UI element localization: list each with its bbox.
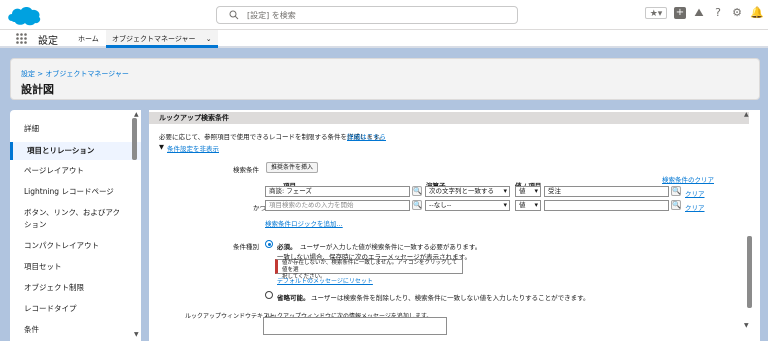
row2-value-type-select[interactable]: 値 [515, 200, 541, 211]
row1-field-lookup-icon[interactable]: 🔍 [412, 186, 422, 196]
main-scrollbar[interactable] [747, 236, 752, 308]
hide-criteria-link[interactable]: 条件設定を非表示 [167, 143, 219, 153]
page-header: 設定 > オブジェクトマネージャー 設計図 [10, 58, 760, 100]
sidebar-item-fields-relationships[interactable]: 項目とリレーション [10, 142, 141, 160]
lookup-window-text-label: ルックアップウィンドウテキスト [185, 313, 275, 320]
learn-more-link[interactable]: 詳細はこちら [347, 131, 386, 141]
sidebar-scroll-down-icon[interactable]: ▼ [134, 331, 139, 338]
optional-option-text: ユーザーは検索条件を削除したり、検索条件に一致しない値を入力したりすることができ… [311, 294, 590, 302]
row2-clear-link[interactable]: クリア [685, 202, 705, 212]
required-option-text: ユーザーが入力した値が検索条件に一致する必要があります。 [300, 243, 482, 251]
sidebar-item-object-limits[interactable]: オブジェクト制限 [10, 282, 141, 294]
row1-value-type-select[interactable]: 値 [515, 186, 541, 197]
global-add-icon[interactable]: + [674, 7, 686, 19]
sidebar-item-buttons-links-actions-cont[interactable]: ション [10, 219, 141, 231]
sidebar-item-field-sets[interactable]: 項目セット [10, 261, 141, 273]
tab-home[interactable]: ホーム [72, 30, 105, 48]
sidebar-item-record-types[interactable]: レコードタイプ [10, 303, 141, 315]
sidebar-item-page-layouts[interactable]: ページレイアウト [10, 165, 141, 177]
row1-value-lookup-icon[interactable]: 🔍 [671, 186, 681, 196]
trailhead-icon[interactable]: ⛰ [693, 7, 705, 19]
tab-object-manager-label: オブジェクトマネージャー [112, 35, 196, 43]
row2-field-input[interactable]: 項目検索のための入力を開始 [265, 200, 410, 211]
lookup-filter-panel: ルックアップ検索条件 必要に応じて、参照項目で使用できるレコードを制限する条件を… [149, 110, 760, 341]
sidebar-item-details[interactable]: 詳細 [10, 123, 141, 135]
notifications-bell-icon[interactable]: 🔔 [750, 7, 764, 19]
sidebar-item-conditions[interactable]: 条件 [10, 324, 141, 336]
required-radio[interactable] [265, 240, 273, 248]
reset-default-message-link[interactable]: デフォルトのメッセージにリセット [277, 276, 373, 285]
sidebar-item-compact-layouts[interactable]: コンパクトレイアウト [10, 240, 141, 252]
clear-filter-criteria-link[interactable]: 検索条件のクリア [662, 174, 714, 184]
sidebar-scroll-up-icon[interactable]: ▲ [134, 111, 139, 118]
row1-value-input[interactable]: 受注 [544, 186, 669, 197]
sidebar-scrollbar[interactable] [132, 118, 137, 160]
row1-operator-select[interactable]: 次の文字列と一致する [425, 186, 510, 197]
main-scroll-up-icon[interactable]: ▲ [744, 111, 749, 118]
search-placeholder: [設定] を検索 [247, 11, 296, 20]
header-utility-icons: ★▾ + ⛰ ? ⚙ 🔔 [645, 7, 764, 19]
row1-field-input[interactable]: 商談: フェーズ [265, 186, 410, 197]
sidebar-item-buttons-links-actions[interactable]: ボタン、リンク、およびアク [10, 207, 141, 219]
optional-option-bold: 省略可能。 [277, 294, 310, 302]
help-icon[interactable]: ? [712, 7, 724, 19]
page-title: 設計図 [21, 83, 54, 96]
row2-operator-select[interactable]: --なし-- [425, 200, 510, 211]
salesforce-cloud-logo[interactable] [6, 4, 42, 27]
row2-field-lookup-icon[interactable]: 🔍 [412, 200, 422, 210]
main-scroll-down-icon[interactable]: ▼ [744, 322, 749, 329]
row2-value-input[interactable] [544, 200, 669, 211]
global-header: [設定] を検索 ★▾ + ⛰ ? ⚙ 🔔 [0, 0, 768, 30]
app-nav-bar: 設定 ホーム オブジェクトマネージャー ⌄ [0, 30, 768, 48]
toggle-criteria-caret-icon[interactable]: ▼ [159, 143, 164, 151]
insert-suggested-criteria-button[interactable]: 推奨条件を挿入 [266, 162, 319, 173]
add-filter-logic-link[interactable]: 検索条件ロジックを追加... [265, 218, 343, 228]
favorites-star-icon[interactable]: ★▾ [645, 7, 667, 19]
setup-gear-icon[interactable]: ⚙ [731, 7, 743, 19]
optional-radio[interactable] [265, 291, 273, 299]
app-name: 設定 [38, 36, 58, 47]
tab-object-manager[interactable]: オブジェクトマネージャー ⌄ [106, 30, 218, 48]
section-title: ルックアップ検索条件 [149, 112, 749, 124]
setup-search-input[interactable]: [設定] を検索 [216, 6, 518, 24]
criteria-label: 検索条件 [233, 166, 259, 174]
filter-type-label: 条件種別 [233, 243, 259, 251]
error-message-input[interactable]: 値が存在しないか、検索条件に一致しません。アイコンをクリックして値を選 択してく… [275, 259, 463, 280]
object-sidebar: 詳細 項目とリレーション ページレイアウト Lightning レコードページ … [10, 110, 141, 341]
sidebar-item-lightning-record-pages[interactable]: Lightning レコードページ [10, 186, 141, 198]
lookup-window-textarea[interactable] [263, 317, 447, 335]
required-option-bold: 必須。 [277, 243, 297, 251]
search-icon [229, 10, 239, 20]
breadcrumb[interactable]: 設定 > オブジェクトマネージャー [21, 69, 129, 79]
error-message-line1: 値が存在しないか、検索条件に一致しません。アイコンをクリックして値を選 [282, 260, 458, 273]
app-launcher-icon[interactable] [16, 33, 27, 44]
row2-value-lookup-icon[interactable]: 🔍 [671, 200, 681, 210]
row1-clear-link[interactable]: クリア [685, 188, 705, 198]
chevron-down-icon[interactable]: ⌄ [206, 35, 212, 43]
